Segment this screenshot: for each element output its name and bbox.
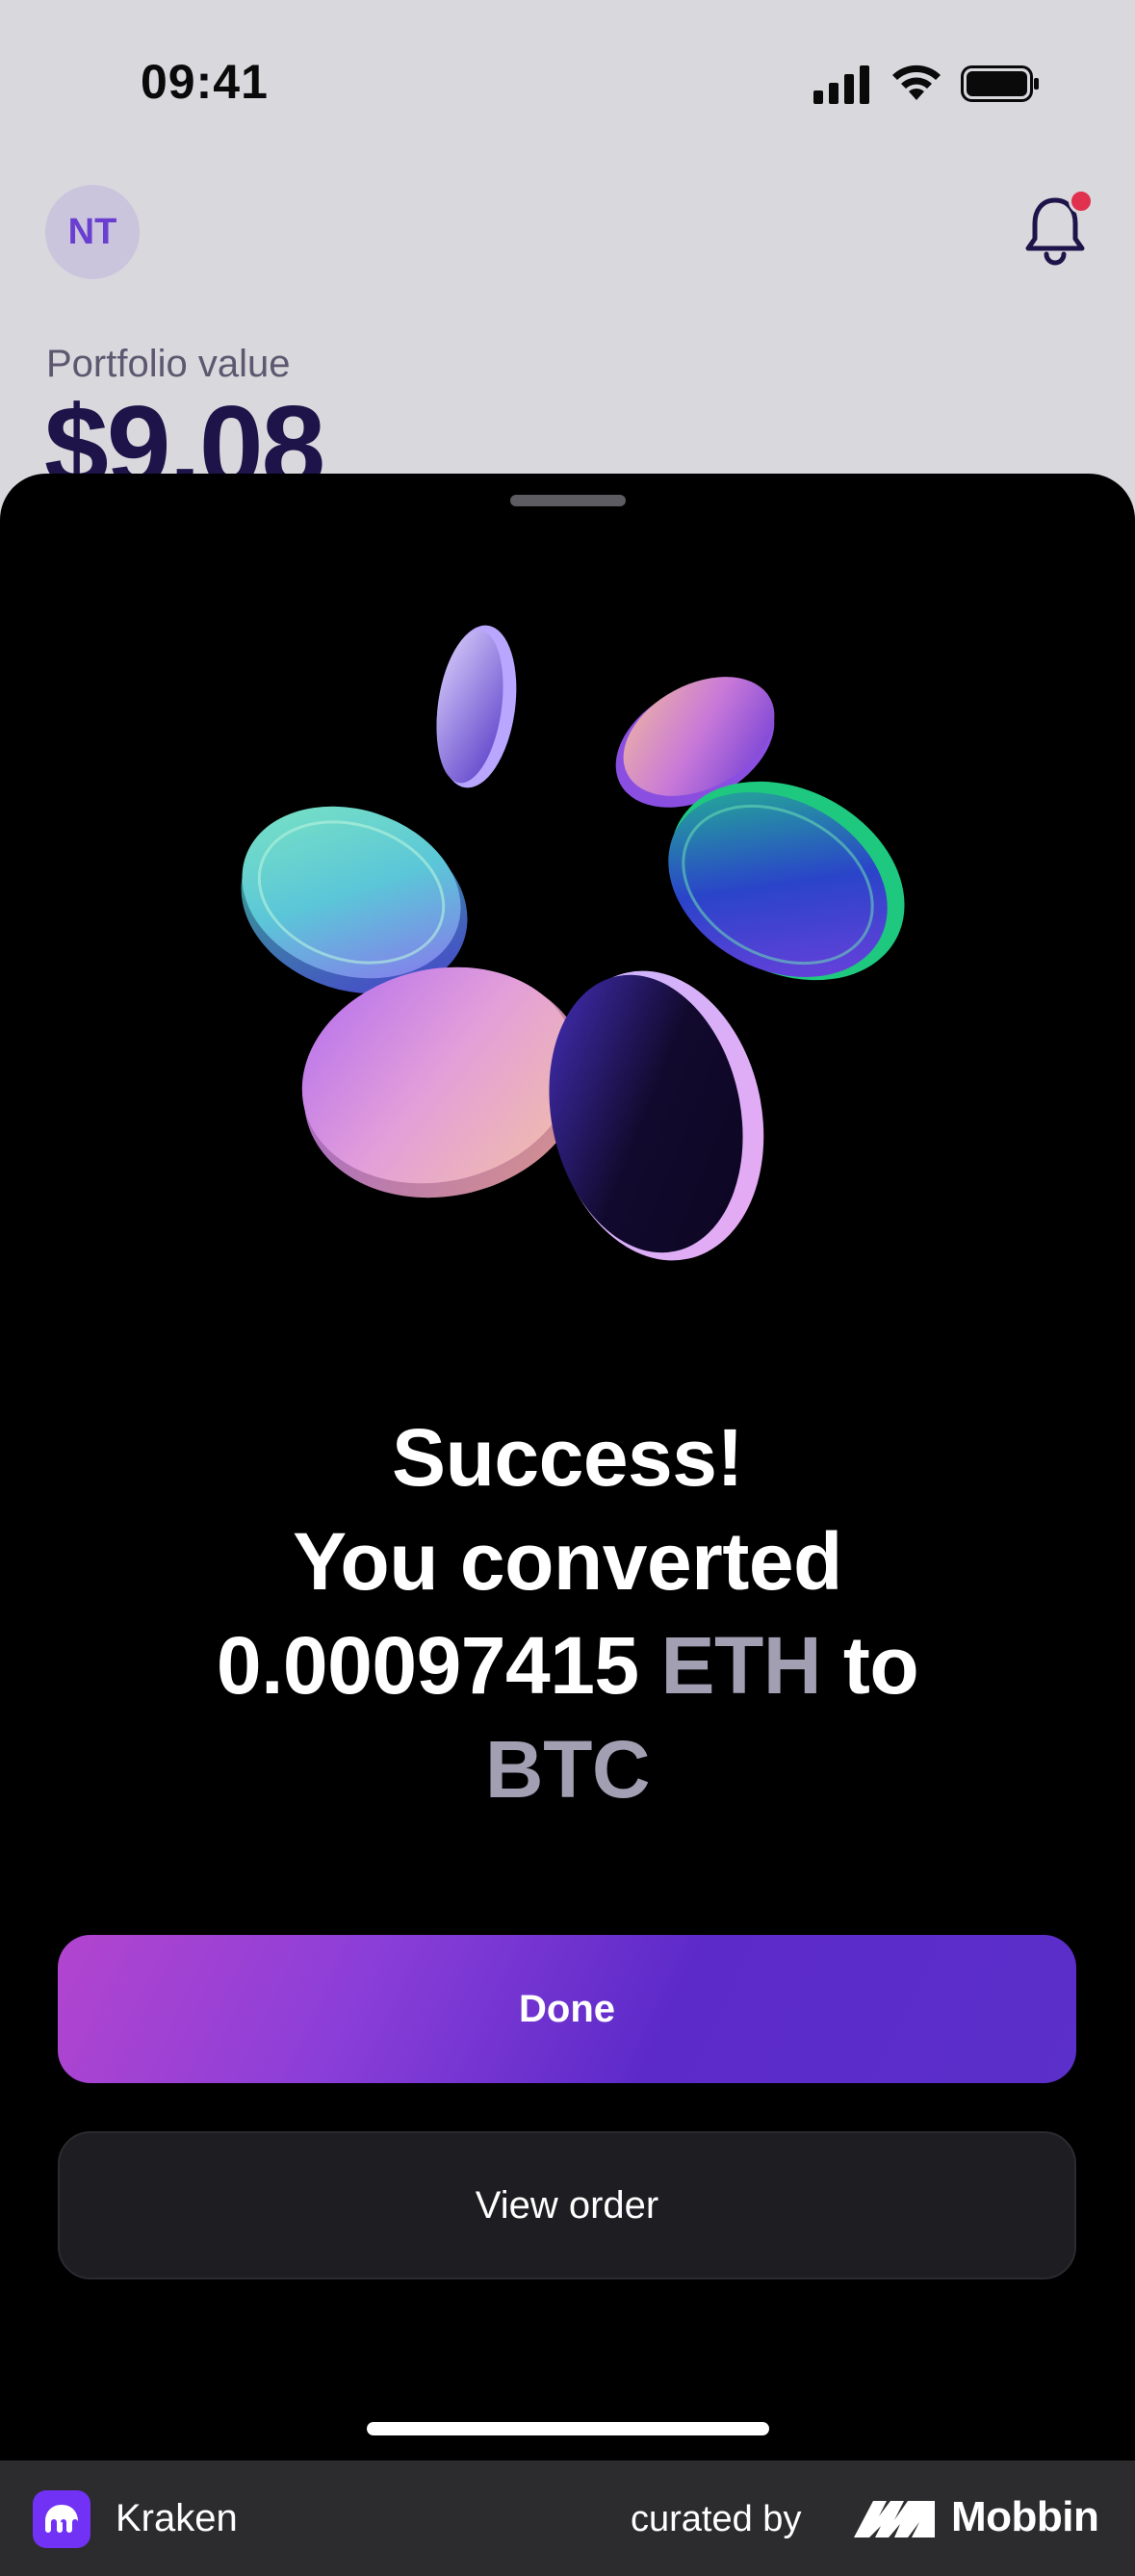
- wifi-icon: [892, 64, 941, 100]
- battery-icon: [961, 65, 1039, 102]
- converted-amount: 0.00097415: [216, 1620, 639, 1711]
- branding-footer: Kraken curated by Mobbin: [0, 2460, 1135, 2576]
- status-bar: 09:41: [0, 0, 1135, 164]
- view-order-button-label: View order: [475, 2183, 659, 2227]
- avatar[interactable]: NT: [45, 185, 140, 279]
- coin-thin: [436, 625, 517, 788]
- app-name: Kraken: [116, 2497, 238, 2539]
- success-title: Success!: [392, 1412, 743, 1503]
- view-order-button[interactable]: View order: [58, 2131, 1076, 2280]
- kraken-logo-icon: [33, 2490, 90, 2548]
- portfolio-label: Portfolio value: [46, 343, 291, 385]
- coins-illustration: [241, 625, 905, 1261]
- converted-line: You converted: [293, 1516, 842, 1607]
- cellular-signal-icon: [813, 65, 869, 104]
- amount-line: 0.00097415 ETH to: [0, 1613, 1135, 1717]
- done-button-label: Done: [519, 1987, 615, 2030]
- home-indicator[interactable]: [367, 2422, 769, 2435]
- status-time: 09:41: [141, 55, 269, 109]
- background-app: 09:41 NT Portfolio value $9.08: [0, 0, 1135, 539]
- curated-by-label: curated by: [631, 2499, 802, 2539]
- sheet-grabber[interactable]: [510, 495, 626, 506]
- success-sheet: Success! You converted 0.00097415 ETH to…: [0, 474, 1135, 2460]
- coin-dark: [549, 970, 764, 1261]
- to-asset: BTC: [484, 1724, 651, 1815]
- to-word: to: [842, 1620, 919, 1711]
- from-asset: ETH: [660, 1620, 822, 1711]
- mobbin-brand: Mobbin: [951, 2493, 1099, 2540]
- mobbin-logo-icon: [854, 2501, 935, 2537]
- done-button[interactable]: Done: [58, 1935, 1076, 2083]
- notification-badge: [1069, 189, 1094, 214]
- success-message: Success! You converted 0.00097415 ETH to…: [0, 1405, 1135, 1821]
